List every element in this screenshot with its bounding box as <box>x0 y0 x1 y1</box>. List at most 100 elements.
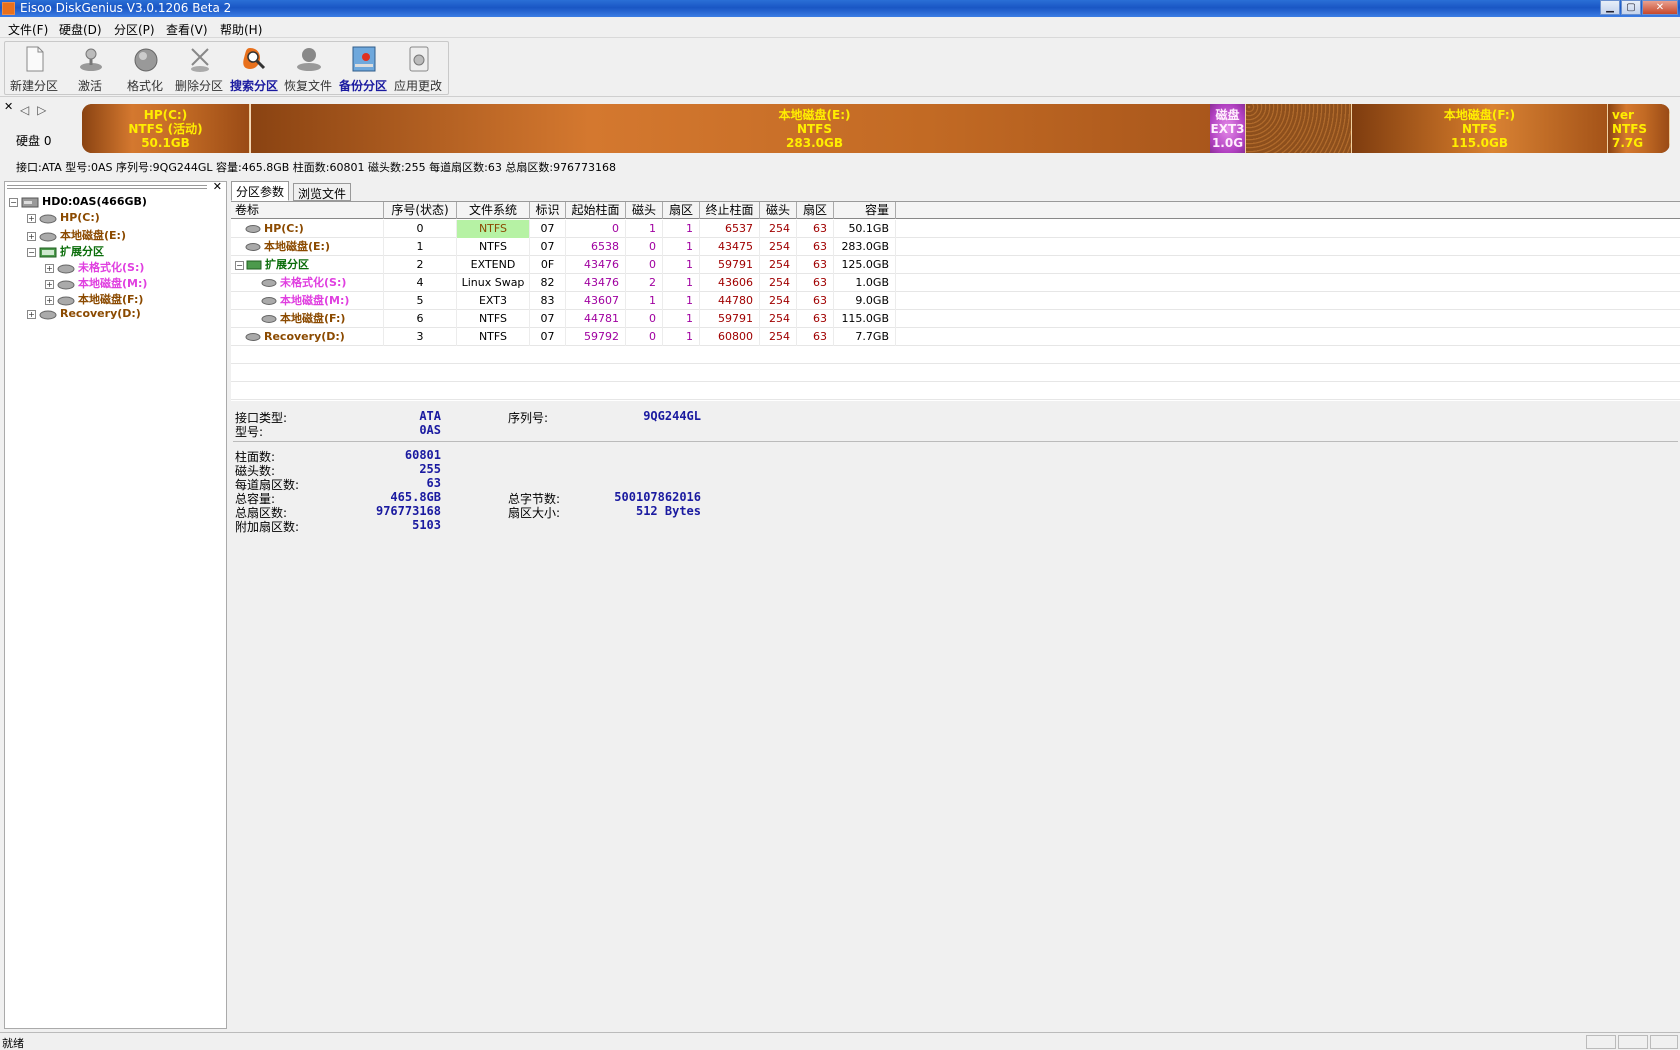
col-start-sector[interactable]: 扇区 <box>663 202 700 219</box>
col-end-sector[interactable]: 扇区 <box>797 202 834 219</box>
table-row[interactable]: − 扩展分区 2 EXTEND 0F 43476 0 1 59791 254 63… <box>231 256 1680 274</box>
sector-size-label: 扇区大小: <box>508 506 561 520</box>
tree-item-local-e[interactable]: + 本地磁盘(E:) <box>27 227 126 243</box>
tree-item-disk[interactable]: − HD0:0AS(466GB) <box>9 195 147 211</box>
col-start-head[interactable]: 磁头 <box>626 202 663 219</box>
model-label: 型号: <box>235 425 264 439</box>
expand-icon[interactable]: + <box>27 213 36 223</box>
cyl-value: 60801 <box>404 448 441 462</box>
partition-icon <box>39 310 57 319</box>
tab-browse-files[interactable]: 浏览文件 <box>293 183 352 201</box>
minimize-button[interactable]: ▁ <box>1600 0 1620 15</box>
new-partition-icon <box>26 46 44 72</box>
col-capacity[interactable]: 容量 <box>834 202 896 219</box>
next-disk-icon[interactable]: ▷ <box>37 103 48 117</box>
table-row[interactable]: HP(C:) 0 NTFS 07 0 1 1 6537 254 63 50.1G… <box>231 220 1680 238</box>
extra-sectors-label: 附加扇区数: <box>235 520 300 534</box>
backup-partition-button[interactable]: 备份分区 <box>335 43 391 93</box>
expand-icon[interactable]: + <box>45 279 54 289</box>
tree-item-extended[interactable]: − 扩展分区 <box>27 243 104 259</box>
close-button[interactable]: ✕ <box>1642 0 1678 15</box>
serial-value: 9QG244GL <box>643 409 701 423</box>
search-partition-button[interactable]: 搜索分区 <box>226 43 282 93</box>
iface-value: ATA <box>419 409 441 423</box>
window-title: Eisoo DiskGenius V3.0.1206 Beta 2 <box>20 1 232 15</box>
capacity-value: 465.8GB <box>390 490 441 504</box>
partition-icon <box>57 264 75 273</box>
menu-file[interactable]: 文件(F) <box>8 21 48 38</box>
menu-view[interactable]: 查看(V) <box>166 21 208 38</box>
activate-icon <box>80 48 102 71</box>
maximize-button[interactable]: ▢ <box>1621 0 1641 15</box>
extended-partition-icon <box>39 247 57 257</box>
disk-partition-bar: HP(C:) NTFS (活动) 50.1GB 本地磁盘(E:) NTFS 28… <box>82 104 1670 153</box>
recover-files-icon <box>297 48 321 71</box>
activate-button[interactable]: 激活 <box>62 43 118 93</box>
apply-changes-button[interactable]: 应用更改 <box>390 43 446 93</box>
table-row-empty <box>231 382 1680 400</box>
collapse-icon[interactable]: − <box>235 261 244 270</box>
resize-grip[interactable] <box>1650 1035 1678 1049</box>
col-id[interactable]: 标识 <box>530 202 566 219</box>
partition-icon <box>57 280 75 289</box>
table-row[interactable]: Recovery(D:) 3 NTFS 07 59792 0 1 60800 2… <box>231 328 1680 346</box>
segment-recovery-d[interactable]: ver NTFS 7.7G <box>1608 104 1670 153</box>
partition-icon <box>245 243 261 251</box>
right-pane: 分区参数 浏览文件 卷标 序号(状态) 文件系统 标识 起始柱面 磁头 扇区 终… <box>229 181 1680 1029</box>
spt-value: 63 <box>426 476 441 490</box>
sectors-value: 976773168 <box>375 504 441 518</box>
col-index[interactable]: 序号(状态) <box>384 202 457 219</box>
tree-item-hp-c[interactable]: + HP(C:) <box>27 211 100 227</box>
table-row[interactable]: 本地磁盘(F:) 6 NTFS 07 44781 0 1 59791 254 6… <box>231 310 1680 328</box>
segment-local-f[interactable]: 本地磁盘(F:) NTFS 115.0GB <box>1352 104 1608 153</box>
heads-value: 255 <box>419 462 441 476</box>
search-partition-icon <box>243 48 266 70</box>
tree-item-local-m[interactable]: + 本地磁盘(M:) <box>45 275 147 291</box>
menu-help[interactable]: 帮助(H) <box>220 21 262 38</box>
segment-hp-c[interactable]: HP(C:) NTFS (活动) 50.1GB <box>82 104 250 153</box>
partition-icon <box>261 297 277 305</box>
disk-tree-pane: ✕ − HD0:0AS(466GB) + HP(C:) + 本地磁盘(E:) − 扩展分… <box>4 180 227 1029</box>
close-icon[interactable]: ✕ <box>4 100 13 113</box>
collapse-icon[interactable]: − <box>27 247 36 257</box>
col-filesystem[interactable]: 文件系统 <box>457 202 530 219</box>
prev-disk-icon[interactable]: ◁ <box>20 103 31 117</box>
backup-partition-icon <box>352 46 376 72</box>
segment-swap[interactable]: 磁盘 EXT3 1.0G <box>1210 104 1246 153</box>
collapse-icon[interactable]: − <box>9 197 18 207</box>
expand-icon[interactable]: + <box>45 263 54 273</box>
partition-table: 卷标 序号(状态) 文件系统 标识 起始柱面 磁头 扇区 终止柱面 磁头 扇区 … <box>231 201 1680 401</box>
tree-item-unformatted-s[interactable]: + 未格式化(S:) <box>45 259 144 275</box>
col-start-cyl[interactable]: 起始柱面 <box>566 202 626 219</box>
table-row[interactable]: 本地磁盘(E:) 1 NTFS 07 6538 0 1 43475 254 63… <box>231 238 1680 256</box>
format-button[interactable]: 格式化 <box>117 43 173 93</box>
expand-icon[interactable]: + <box>27 309 36 319</box>
menu-disk[interactable]: 硬盘(D) <box>59 21 102 38</box>
recover-files-button[interactable]: 恢复文件 <box>280 43 336 93</box>
status-text: 就绪 <box>2 1037 24 1050</box>
disk-info-line: 接口:ATA 型号:0AS 序列号:9QG244GL 容量:465.8GB 柱面… <box>16 161 617 174</box>
table-row[interactable]: 本地磁盘(M:) 5 EXT3 83 43607 1 1 44780 254 6… <box>231 292 1680 310</box>
col-volume[interactable]: 卷标 <box>231 202 384 219</box>
apply-changes-icon <box>409 46 429 72</box>
disk-map-area: ✕ ◁ ▷ 硬盘 0 HP(C:) NTFS (活动) 50.1GB 本地磁盘(… <box>0 98 1680 178</box>
segment-ext3-m[interactable] <box>1246 104 1352 153</box>
col-end-head[interactable]: 磁头 <box>760 202 797 219</box>
tree-item-local-f[interactable]: + 本地磁盘(F:) <box>45 291 143 307</box>
menu-partition[interactable]: 分区(P) <box>114 21 155 38</box>
expand-icon[interactable]: + <box>45 295 54 305</box>
extra-sectors-value: 5103 <box>412 518 441 532</box>
partition-icon <box>57 296 75 305</box>
delete-partition-icon <box>191 48 209 72</box>
new-partition-button[interactable]: 新建分区 <box>6 43 62 93</box>
table-row-empty <box>231 364 1680 382</box>
delete-partition-button[interactable]: 删除分区 <box>171 43 227 93</box>
pane-grip[interactable] <box>7 185 207 189</box>
expand-icon[interactable]: + <box>27 231 36 241</box>
tab-partition-params[interactable]: 分区参数 <box>231 181 290 201</box>
table-row[interactable]: 未格式化(S:) 4 Linux Swap 82 43476 2 1 43606… <box>231 274 1680 292</box>
close-icon[interactable]: ✕ <box>213 180 222 193</box>
table-row-empty <box>231 346 1680 364</box>
col-end-cyl[interactable]: 终止柱面 <box>700 202 760 219</box>
tree-item-recovery-d[interactable]: + Recovery(D:) <box>27 307 141 323</box>
